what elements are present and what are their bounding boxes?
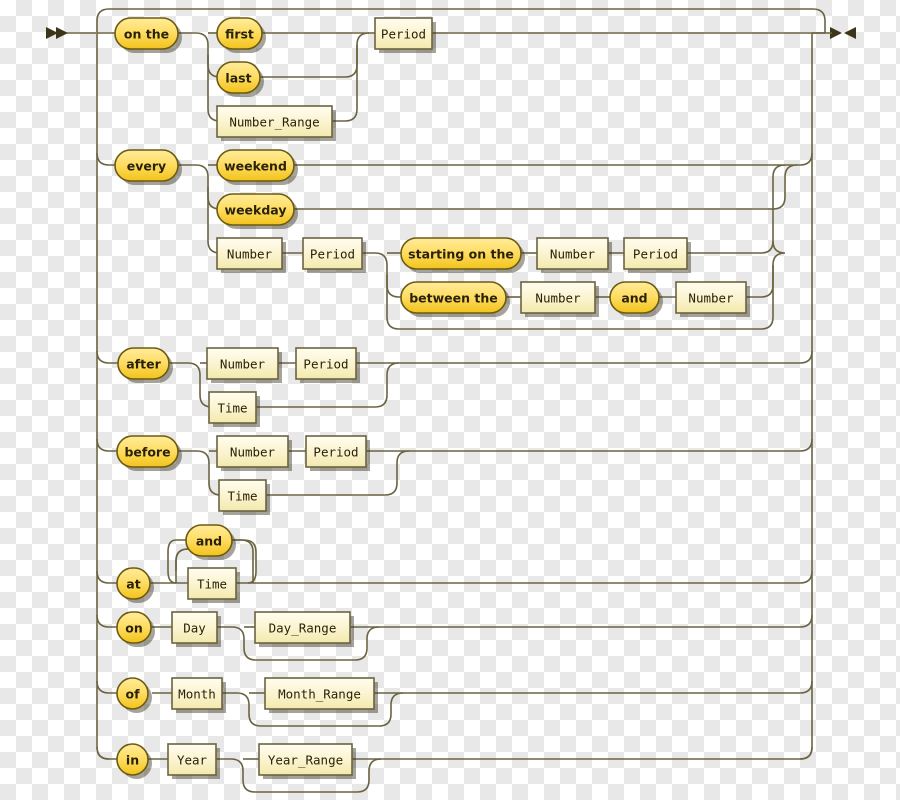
node-month-range[interactable]: Month_Range — [264, 677, 378, 713]
node-label: and — [621, 291, 647, 306]
node-and-1[interactable]: and — [609, 281, 663, 317]
node-label: after — [126, 357, 161, 372]
node-label: Number — [230, 445, 276, 460]
node-label: Period — [381, 27, 426, 42]
node-label: before — [124, 445, 170, 460]
node-number-4[interactable]: Number — [520, 281, 599, 317]
node-before[interactable]: before — [116, 435, 182, 471]
node-label: Time — [197, 577, 227, 592]
node-label: Number — [688, 291, 734, 306]
node-label: at — [126, 577, 140, 592]
node-label: Month — [178, 687, 216, 702]
node-label: Period — [313, 445, 358, 460]
node-label: of — [125, 687, 140, 702]
node-label: Period — [633, 247, 678, 262]
node-number-2[interactable]: Number — [216, 237, 286, 273]
node-at[interactable]: at — [116, 567, 154, 603]
node-after[interactable]: after — [117, 347, 173, 383]
node-label: first — [225, 27, 254, 42]
node-of[interactable]: of — [116, 677, 152, 713]
node-on[interactable]: on — [116, 611, 155, 647]
node-label: between the — [409, 291, 498, 306]
node-and-2[interactable]: and — [185, 524, 236, 560]
node-first[interactable]: first — [216, 17, 266, 53]
node-label: last — [225, 71, 251, 86]
node-day-range[interactable]: Day_Range — [254, 611, 354, 647]
node-number-6[interactable]: Number — [206, 347, 282, 383]
node-in[interactable]: in — [116, 743, 152, 779]
node-label: Period — [310, 247, 355, 262]
node-label: Day_Range — [269, 621, 337, 636]
node-year[interactable]: Year — [167, 743, 220, 779]
exit-bowtie-icon — [830, 27, 856, 39]
node-label: Day — [183, 621, 206, 636]
node-label: Year — [177, 753, 208, 768]
node-label: Period — [303, 357, 348, 372]
node-period-3[interactable]: Period — [623, 237, 691, 273]
node-label: in — [126, 753, 139, 768]
node-weekday[interactable]: weekday — [216, 193, 298, 229]
node-number-5[interactable]: Number — [675, 281, 750, 317]
node-weekend[interactable]: weekend — [216, 149, 298, 185]
node-label: Month_Range — [278, 687, 361, 702]
railroad-diagram: on the first last Number_Range Period ev… — [46, 8, 856, 793]
node-label: Number_Range — [229, 115, 319, 130]
node-day[interactable]: Day — [171, 611, 221, 647]
node-label: weekday — [225, 203, 287, 218]
node-period-1[interactable]: Period — [374, 17, 436, 53]
node-every[interactable]: every — [114, 149, 182, 185]
node-label: starting on the — [408, 247, 514, 262]
node-label: Number — [535, 291, 581, 306]
node-time-2[interactable]: Time — [218, 479, 270, 515]
node-period-4[interactable]: Period — [295, 347, 360, 383]
entry-arrow-icon-2 — [56, 27, 68, 39]
node-label: on — [125, 621, 143, 636]
node-period-5[interactable]: Period — [305, 435, 370, 471]
node-label: weekend — [224, 159, 287, 174]
node-label: and — [196, 534, 222, 549]
node-label: on the — [124, 27, 169, 42]
node-on-the[interactable]: on the — [114, 17, 182, 53]
node-time-3[interactable]: Time — [187, 567, 240, 603]
node-time-1[interactable]: Time — [208, 391, 260, 427]
node-between-the[interactable]: between the — [400, 281, 510, 317]
node-starting-on-the[interactable]: starting on the — [400, 237, 525, 273]
node-month[interactable]: Month — [171, 677, 226, 713]
node-number-range[interactable]: Number_Range — [216, 105, 336, 141]
rail-network — [46, 8, 856, 793]
node-label: Number — [550, 247, 596, 262]
node-last[interactable]: last — [216, 61, 264, 97]
node-number-3[interactable]: Number — [536, 237, 612, 273]
node-label: every — [127, 159, 166, 174]
node-year-range[interactable]: Year_Range — [258, 743, 356, 779]
node-label: Time — [217, 401, 247, 416]
node-label: Time — [227, 489, 257, 504]
node-period-2[interactable]: Period — [302, 237, 366, 273]
node-label: Number — [220, 357, 266, 372]
node-label: Number — [227, 247, 273, 262]
node-label: Year_Range — [268, 753, 343, 768]
node-number-7[interactable]: Number — [216, 435, 292, 471]
